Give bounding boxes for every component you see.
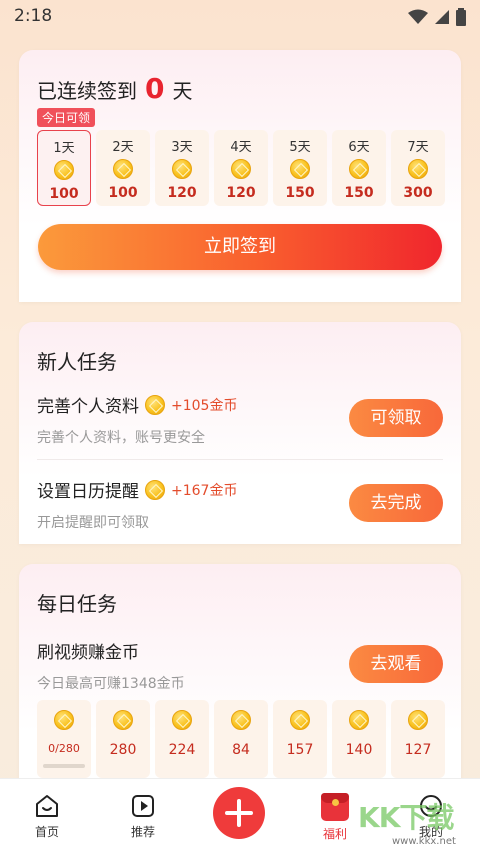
task-complete-profile: 完善个人资料 +105金币 完善个人资料，账号更安全 可领取 bbox=[37, 392, 443, 447]
signin-day-5[interactable]: 5天 150 bbox=[273, 130, 327, 206]
reward-value: 157 bbox=[286, 742, 314, 758]
day-label: 6天 bbox=[348, 140, 370, 155]
wifi-icon bbox=[408, 9, 428, 24]
signin-card: 已连续签到 0 天 今日可领 1天 100 2天 100 3天 120 4天 1… bbox=[19, 50, 461, 302]
signin-day-7[interactable]: 7天 300 bbox=[391, 130, 445, 206]
video-reward-cell: 224 bbox=[155, 700, 209, 778]
coin-icon bbox=[54, 160, 74, 180]
coin-icon bbox=[408, 710, 428, 730]
day-label: 3天 bbox=[171, 140, 193, 155]
task-name: 设置日历提醒 bbox=[37, 482, 139, 502]
reward-value: 280 bbox=[109, 742, 137, 758]
battery-icon bbox=[456, 8, 466, 26]
sign-in-button[interactable]: 立即签到 bbox=[38, 224, 442, 270]
day-amount: 100 bbox=[108, 185, 138, 201]
task-calendar-reminder: 设置日历提醒 +167金币 开启提醒即可领取 去完成 bbox=[37, 477, 443, 532]
coin-icon bbox=[145, 394, 165, 415]
signin-day-2[interactable]: 2天 100 bbox=[96, 130, 150, 206]
watermark-url: www.kkx.net bbox=[392, 836, 456, 847]
coin-icon bbox=[408, 159, 428, 179]
reward-value: 224 bbox=[168, 742, 196, 758]
daily-tasks-card: 每日任务 刷视频赚金币 今日最高可赚1348金币 去观看 0/280 280 2… bbox=[19, 564, 461, 804]
video-progress-cell: 0/280 bbox=[37, 700, 91, 778]
red-envelope-icon bbox=[321, 793, 349, 821]
coin-icon bbox=[54, 710, 74, 730]
signin-title: 已连续签到 0 天 bbox=[37, 72, 192, 105]
progress-text: 0/280 bbox=[48, 742, 80, 755]
video-reward-cell: 280 bbox=[96, 700, 150, 778]
coin-icon bbox=[290, 710, 310, 730]
day-amount: 150 bbox=[285, 185, 315, 201]
go-complete-button[interactable]: 去完成 bbox=[349, 484, 443, 522]
coin-icon bbox=[113, 710, 133, 730]
coin-icon bbox=[349, 159, 369, 179]
signin-day-6[interactable]: 6天 150 bbox=[332, 130, 386, 206]
signin-title-prefix: 已连续签到 bbox=[37, 79, 137, 103]
coin-icon bbox=[145, 479, 165, 500]
day-amount: 100 bbox=[49, 186, 79, 202]
coin-icon bbox=[349, 710, 369, 730]
day-amount: 120 bbox=[226, 185, 256, 201]
newbie-tasks-card: 新人任务 完善个人资料 +105金币 完善个人资料，账号更安全 可领取 设置日历… bbox=[19, 322, 461, 544]
coin-icon bbox=[172, 159, 192, 179]
section-title: 每日任务 bbox=[37, 592, 117, 616]
task-name: 刷视频赚金币 bbox=[37, 643, 139, 663]
coin-icon bbox=[290, 159, 310, 179]
nav-welfare[interactable]: 福利 bbox=[305, 793, 365, 842]
task-reward: +105金币 bbox=[171, 397, 238, 414]
signin-day-1[interactable]: 1天 100 bbox=[37, 130, 91, 206]
today-claimable-badge: 今日可领 bbox=[37, 108, 96, 127]
nav-label: 福利 bbox=[322, 827, 347, 841]
coin-icon bbox=[113, 159, 133, 179]
task-name: 完善个人资料 bbox=[37, 397, 139, 417]
day-label: 5天 bbox=[289, 140, 311, 155]
signin-count: 0 bbox=[145, 72, 165, 105]
signin-day-3[interactable]: 3天 120 bbox=[155, 130, 209, 206]
play-icon bbox=[132, 795, 154, 817]
video-reward-cell: 84 bbox=[214, 700, 268, 778]
coin-icon bbox=[231, 159, 251, 179]
video-reward-cell: 157 bbox=[273, 700, 327, 778]
nav-label: 首页 bbox=[34, 825, 59, 839]
coin-icon bbox=[231, 710, 251, 730]
create-button[interactable] bbox=[213, 787, 265, 839]
section-title: 新人任务 bbox=[37, 350, 117, 374]
signin-title-suffix: 天 bbox=[172, 79, 193, 103]
reward-value: 127 bbox=[404, 742, 432, 758]
day-label: 4天 bbox=[230, 140, 252, 155]
go-watch-button[interactable]: 去观看 bbox=[349, 645, 443, 683]
task-reward: +167金币 bbox=[171, 482, 238, 499]
plus-icon bbox=[225, 799, 253, 827]
task-watch-video: 刷视频赚金币 今日最高可赚1348金币 去观看 bbox=[37, 638, 443, 693]
status-icons bbox=[408, 8, 466, 26]
reward-value: 140 bbox=[345, 742, 373, 758]
status-time: 2:18 bbox=[14, 6, 53, 26]
day-label: 7天 bbox=[407, 140, 429, 155]
status-bar: 2:18 bbox=[0, 0, 480, 34]
signal-icon bbox=[435, 10, 449, 24]
watermark-logo: KK下载 bbox=[358, 801, 454, 834]
video-reward-cell: 140 bbox=[332, 700, 386, 778]
home-icon bbox=[36, 795, 58, 817]
coin-icon bbox=[172, 710, 192, 730]
progress-bar bbox=[43, 764, 85, 768]
day-label: 1天 bbox=[53, 141, 75, 156]
day-label: 2天 bbox=[112, 140, 134, 155]
day-amount: 120 bbox=[167, 185, 197, 201]
video-reward-cell: 127 bbox=[391, 700, 445, 778]
signin-days: 1天 100 2天 100 3天 120 4天 120 5天 150 6天 15… bbox=[37, 130, 445, 206]
nav-home[interactable]: 首页 bbox=[17, 793, 77, 840]
day-amount: 300 bbox=[403, 185, 433, 201]
day-amount: 150 bbox=[344, 185, 374, 201]
divider bbox=[37, 459, 443, 460]
reward-value: 84 bbox=[232, 742, 250, 758]
video-reward-row: 0/280 280 224 84 157 140 127 bbox=[37, 700, 445, 778]
claim-button[interactable]: 可领取 bbox=[349, 399, 443, 437]
signin-day-4[interactable]: 4天 120 bbox=[214, 130, 268, 206]
nav-label: 推荐 bbox=[130, 825, 155, 839]
nav-recommend[interactable]: 推荐 bbox=[113, 793, 173, 840]
